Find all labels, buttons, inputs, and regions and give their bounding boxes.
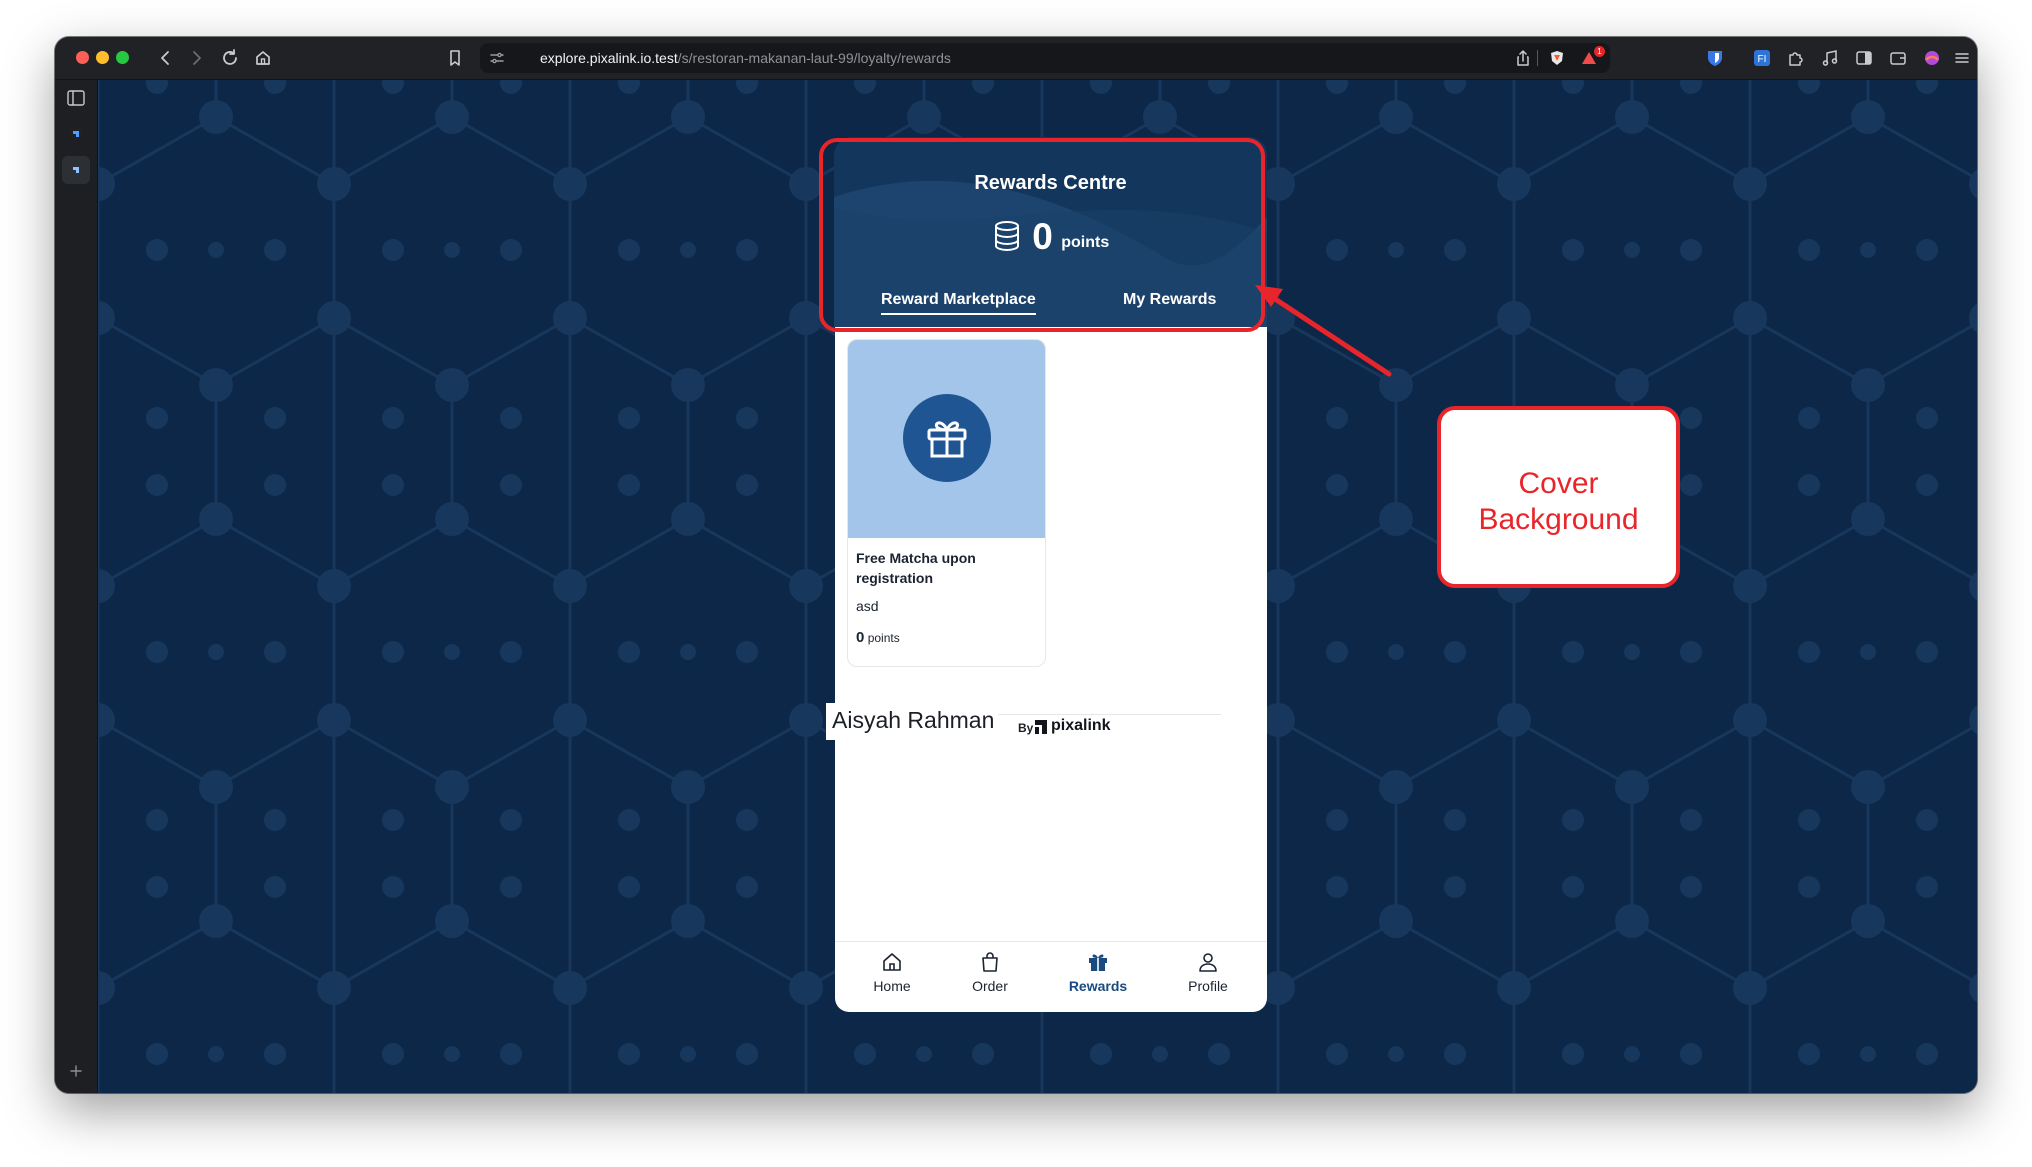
notification-badge: 1	[1594, 46, 1605, 57]
user-name: Aisyah Rahman	[826, 703, 999, 740]
svg-text:FI: FI	[1758, 54, 1767, 65]
nav-profile[interactable]: Profile	[1163, 950, 1253, 994]
reward-description: asd	[856, 598, 879, 614]
bottom-navigation: Home Order Rewards Profile	[835, 941, 1267, 1012]
bookmark-icon[interactable]	[440, 43, 470, 73]
reward-title: Free Matcha upon registration	[856, 550, 976, 586]
sidebar-toggle-icon[interactable]	[1852, 46, 1876, 70]
menu-icon[interactable]	[1950, 46, 1974, 70]
browser-sidebar	[55, 80, 98, 1093]
browser-toolbar: explore.pixalink.io.test/s/restoran-maka…	[55, 37, 1977, 80]
url-path: /s/restoran-makanan-laut-99/loyalty/rewa…	[677, 50, 951, 66]
extensions-puzzle-icon[interactable]	[1784, 46, 1808, 70]
nav-rewards-label: Rewards	[1068, 978, 1128, 994]
bitwarden-icon[interactable]	[1703, 46, 1727, 70]
reward-card[interactable]: Free Matcha upon registration asd 0 poin…	[847, 339, 1046, 667]
url-text[interactable]: explore.pixalink.io.test/s/restoran-maka…	[540, 50, 951, 66]
minimize-window-button[interactable]	[96, 51, 109, 64]
reward-points-unit: points	[867, 631, 900, 645]
close-window-button[interactable]	[76, 51, 89, 64]
reward-points-value: 0	[856, 629, 865, 646]
callout-label: Cover Background	[1478, 467, 1639, 536]
shopping-bag-icon	[982, 952, 998, 972]
sidebar-tab-pixalink-active-icon[interactable]	[62, 156, 90, 184]
home-icon[interactable]	[248, 43, 278, 73]
reward-card-image	[848, 340, 1045, 538]
brave-shield-icon[interactable]	[1542, 43, 1572, 73]
reload-icon[interactable]	[215, 43, 245, 73]
gift-icon	[1089, 954, 1107, 971]
sidebar-panel-icon[interactable]	[62, 84, 90, 112]
user-icon	[1199, 953, 1217, 972]
nav-profile-label: Profile	[1188, 978, 1228, 994]
home-icon	[883, 953, 901, 971]
wallet-icon[interactable]	[1886, 46, 1910, 70]
sidebar-add-icon[interactable]	[62, 1057, 90, 1085]
url-host: explore.pixalink.io.test	[540, 50, 678, 66]
nav-home-label: Home	[873, 978, 911, 994]
address-bar[interactable]: explore.pixalink.io.test/s/restoran-maka…	[480, 43, 1610, 73]
urlbar-divider	[1537, 50, 1538, 66]
browser-window: explore.pixalink.io.test/s/restoran-maka…	[55, 37, 1977, 1093]
media-music-icon[interactable]	[1818, 46, 1842, 70]
nav-order-label: Order	[972, 978, 1008, 994]
pixalink-logo-icon	[1034, 719, 1048, 735]
nav-order[interactable]: Order	[945, 950, 1035, 994]
site-settings-icon[interactable]	[482, 43, 512, 73]
extension-fi-icon[interactable]: FI	[1750, 46, 1774, 70]
share-icon[interactable]	[1508, 43, 1538, 73]
maximize-window-button[interactable]	[116, 51, 129, 64]
powered-by-label: By	[1018, 721, 1034, 735]
brand-name[interactable]: pixalink	[1051, 717, 1111, 735]
reward-points: 0 points	[856, 629, 900, 646]
callout-box: Cover Background	[1437, 406, 1680, 588]
gift-icon	[903, 394, 991, 482]
sidebar-tab-pixalink-icon[interactable]	[62, 120, 90, 148]
leo-ai-icon[interactable]	[1920, 46, 1944, 70]
nav-rewards[interactable]: Rewards	[1053, 950, 1143, 994]
nav-home[interactable]: Home	[847, 950, 937, 994]
back-icon[interactable]	[150, 43, 180, 73]
callout-highlight-frame	[819, 138, 1265, 332]
forward-icon[interactable]	[182, 43, 212, 73]
